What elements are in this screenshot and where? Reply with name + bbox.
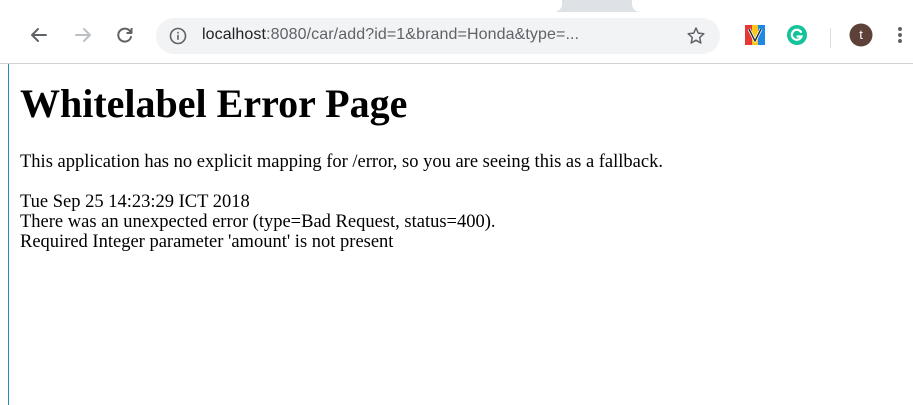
- page-left-border: [8, 64, 9, 405]
- url-text[interactable]: localhost:8080/car/add?id=1&brand=Honda&…: [202, 26, 579, 44]
- bookmark-star-icon[interactable]: [686, 26, 706, 51]
- active-tab-edge: [0, 0, 562, 12]
- error-detail-line: Required Integer parameter 'amount' is n…: [20, 232, 394, 252]
- reload-icon[interactable]: [112, 22, 138, 48]
- error-details: Tue Sep 25 14:23:29 ICT 2018 There was a…: [20, 192, 900, 252]
- info-icon[interactable]: [169, 27, 187, 50]
- url-path: :8080/car/add?id=1&brand=Honda&type=...: [266, 26, 580, 43]
- error-message: This application has no explicit mapping…: [20, 152, 663, 172]
- next-tab-edge[interactable]: [632, 0, 913, 12]
- error-type-line: There was an unexpected error (type=Bad …: [20, 212, 496, 232]
- toolbar-divider: [830, 28, 831, 48]
- more-vert-icon[interactable]: [892, 22, 908, 48]
- forward-arrow-icon[interactable]: [70, 22, 96, 48]
- address-bar[interactable]: localhost:8080/car/add?id=1&brand=Honda&…: [156, 18, 720, 54]
- url-host: localhost: [202, 26, 267, 43]
- vivaldi-extension-icon[interactable]: [742, 22, 768, 48]
- back-arrow-icon[interactable]: [26, 22, 52, 48]
- error-timestamp: Tue Sep 25 14:23:29 ICT 2018: [20, 192, 250, 212]
- profile-avatar[interactable]: t: [848, 22, 874, 48]
- page-title: Whitelabel Error Page: [20, 81, 408, 126]
- grammarly-extension-icon[interactable]: [784, 22, 810, 48]
- browser-toolbar: localhost:8080/car/add?id=1&brand=Honda&…: [0, 12, 913, 64]
- page-content: Whitelabel Error Page This application h…: [20, 64, 900, 253]
- profile-initial: t: [859, 27, 863, 42]
